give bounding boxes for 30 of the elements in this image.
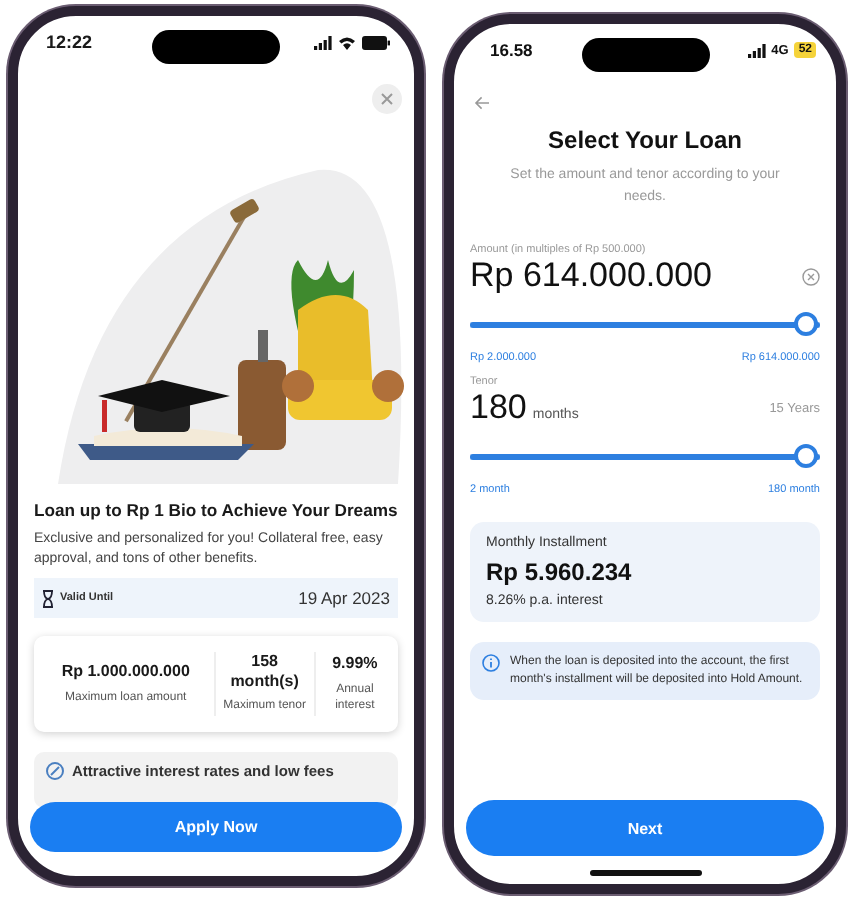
status-time: 16.58 (490, 40, 533, 60)
offer-title: Loan up to Rp 1 Bio to Achieve Your Dreams (34, 500, 398, 520)
hourglass-icon (42, 589, 54, 608)
signal-icon (314, 35, 332, 49)
valid-date: 19 Apr 2023 (298, 588, 390, 609)
amount-value: Rp 614.000.000 (470, 256, 712, 297)
apply-now-button[interactable]: Apply Now (30, 802, 402, 852)
installment-value: Rp 5.960.234 (486, 558, 634, 587)
camera-notch (152, 30, 280, 64)
stat-value: Rp 1.000.000.000 (61, 662, 190, 682)
screen-title: Select Your Loan (546, 126, 744, 154)
stat-value: 158 month(s) (228, 652, 301, 691)
info-icon (482, 654, 500, 673)
clear-button[interactable] (802, 267, 820, 286)
close-icon (380, 92, 394, 106)
back-button[interactable] (474, 96, 490, 110)
back-arrow-icon (474, 96, 490, 110)
next-button[interactable]: Next (466, 800, 824, 856)
home-indicator (589, 870, 701, 876)
clear-icon (802, 267, 820, 286)
status-time: 12:22 (46, 32, 93, 52)
stat-value: 9.99% (332, 654, 378, 674)
signal-icon (747, 43, 766, 57)
camera-notch (581, 38, 709, 72)
wifi-icon (338, 35, 356, 49)
close-button[interactable] (372, 84, 402, 114)
slider-thumb[interactable] (794, 444, 818, 469)
tenor-value: 180 (470, 388, 527, 429)
slider-thumb[interactable] (794, 312, 818, 337)
battery-icon (362, 35, 390, 49)
